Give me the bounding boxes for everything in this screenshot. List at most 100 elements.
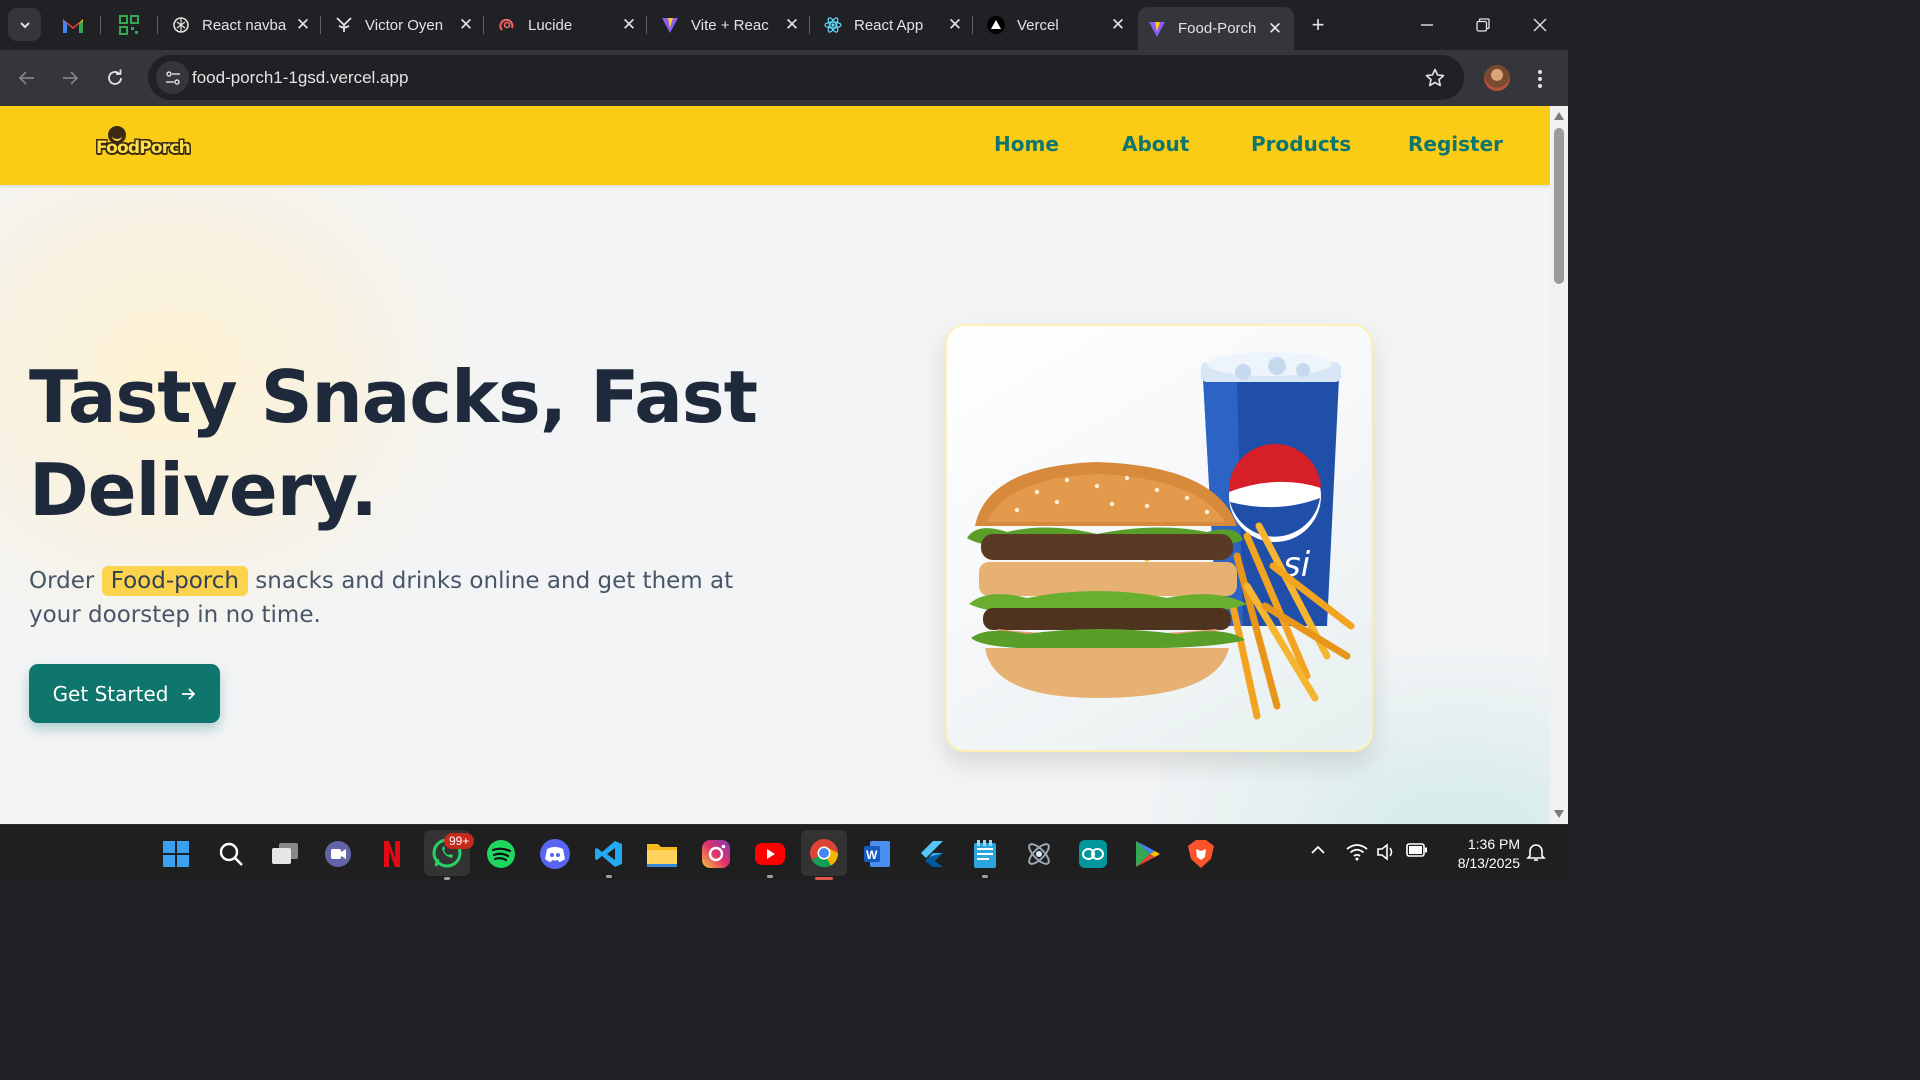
spotify-icon[interactable] (481, 834, 521, 874)
arrow-left-icon (18, 71, 34, 85)
openai-icon (172, 16, 190, 34)
vscode-icon[interactable] (589, 834, 629, 878)
tab-close-icon[interactable]: ✕ (620, 15, 638, 34)
nav-link-home[interactable]: Home (994, 132, 1059, 156)
tab-react-app[interactable]: React App ✕ (824, 7, 964, 43)
back-button[interactable] (10, 61, 44, 95)
nav-link-products[interactable]: Products (1251, 132, 1351, 156)
profile-avatar[interactable] (1484, 65, 1510, 91)
tab-title: Food-Porch (1178, 20, 1257, 37)
flutter-icon[interactable] (911, 834, 951, 874)
address-bar[interactable]: food-porch1-1gsd.vercel.app (148, 55, 1464, 100)
tab-close-icon[interactable]: ✕ (783, 15, 801, 34)
vercel-icon (987, 16, 1005, 34)
browser-menu-button[interactable] (1530, 66, 1550, 92)
new-tab-button[interactable]: + (1305, 12, 1331, 38)
bookmark-button[interactable] (1422, 65, 1448, 91)
url-text[interactable]: food-porch1-1gsd.vercel.app (192, 68, 408, 88)
discord-icon[interactable] (535, 834, 575, 874)
browser-tab-strip: React navba ✕ Victor Oyen ✕ Lucide ✕ Vit… (0, 0, 1568, 50)
close-icon (1533, 18, 1547, 32)
vite-icon (1148, 20, 1166, 38)
play-store-icon[interactable] (1127, 834, 1167, 874)
scroll-down-arrow-icon[interactable] (1554, 810, 1564, 818)
burger-fries-pepsi-image: si (967, 352, 1355, 720)
scroll-up-arrow-icon[interactable] (1554, 112, 1564, 120)
arduino-icon[interactable] (1073, 834, 1113, 874)
tab-close-icon[interactable]: ✕ (294, 15, 312, 34)
tab-title: Victor Oyen (365, 16, 444, 34)
restore-button[interactable] (1463, 8, 1503, 42)
minimize-icon (1421, 24, 1433, 26)
product-image-card: si (945, 324, 1373, 752)
tab-separator (320, 16, 321, 34)
tab-separator (100, 16, 101, 34)
system-clock[interactable]: 1:36 PM 8/13/2025 (1440, 835, 1520, 873)
notepad-icon[interactable] (965, 834, 1005, 878)
tab-vercel[interactable]: Vercel ✕ (987, 7, 1127, 43)
tab-vite-react[interactable]: Vite + Reac ✕ (661, 7, 801, 43)
vite-icon (661, 16, 679, 34)
arrow-right-icon (63, 71, 79, 85)
site-navbar: FoodPorch Home About Products Register (0, 106, 1550, 185)
postman-icon[interactable] (1019, 834, 1059, 874)
task-view-icon[interactable] (265, 834, 305, 874)
notifications-icon[interactable] (1526, 842, 1546, 865)
brave-icon[interactable] (1181, 834, 1221, 874)
running-indicator (982, 875, 988, 878)
tab-separator (972, 16, 973, 34)
youtube-icon[interactable] (750, 834, 790, 878)
netflix-icon[interactable] (372, 834, 412, 874)
tab-search-button[interactable] (8, 8, 41, 41)
nav-link-about[interactable]: About (1122, 132, 1189, 156)
forward-button[interactable] (53, 61, 87, 95)
tab-separator (809, 16, 810, 34)
get-started-button[interactable]: Get Started (29, 664, 220, 723)
battery-icon[interactable] (1406, 843, 1428, 860)
page-scrollbar[interactable] (1550, 106, 1568, 824)
reload-button[interactable] (98, 61, 132, 95)
tune-icon (165, 70, 180, 85)
nav-link-register[interactable]: Register (1408, 132, 1503, 156)
star-icon (1425, 68, 1445, 87)
volume-icon[interactable] (1376, 843, 1396, 864)
tab-close-icon[interactable]: ✕ (1109, 15, 1127, 34)
scroll-thumb[interactable] (1554, 128, 1564, 284)
site-logo[interactable]: FoodPorch (94, 126, 191, 166)
brand-highlight: Food-porch (101, 566, 248, 596)
page-viewport: FoodPorch Home About Products Register T… (0, 106, 1550, 824)
teams-icon[interactable] (318, 834, 358, 874)
tab-close-icon[interactable]: ✕ (1266, 19, 1284, 38)
site-info-button[interactable] (156, 61, 189, 94)
tab-victor[interactable]: Victor Oyen ✕ (335, 7, 475, 43)
wifi-icon[interactable] (1346, 843, 1368, 864)
y-logo-icon (335, 16, 353, 34)
windows-start-icon[interactable] (156, 834, 196, 874)
pinned-tab-gmail[interactable] (58, 10, 88, 40)
tab-title: React navba (202, 16, 287, 34)
show-hidden-icons-button[interactable] (1310, 843, 1326, 859)
svg-text:W: W (866, 848, 878, 862)
minimize-button[interactable] (1407, 8, 1447, 42)
active-indicator (815, 877, 833, 880)
tab-close-icon[interactable]: ✕ (457, 15, 475, 34)
tab-react-navbar[interactable]: React navba ✕ (172, 7, 312, 43)
tab-close-icon[interactable]: ✕ (946, 15, 964, 34)
get-started-label: Get Started (52, 681, 169, 706)
running-indicator (606, 875, 612, 878)
tab-separator (646, 16, 647, 34)
pinned-tab-qr[interactable] (114, 10, 144, 40)
tab-food-porch[interactable]: Food-Porch ✕ (1138, 7, 1294, 50)
lucide-icon (498, 16, 516, 34)
chrome-icon[interactable] (801, 830, 847, 880)
file-explorer-icon[interactable] (642, 834, 682, 874)
windows-taskbar: 99+ W 1:36 PM 8/13/2025 (0, 824, 1568, 882)
tab-lucide[interactable]: Lucide ✕ (498, 7, 638, 43)
close-window-button[interactable] (1520, 8, 1560, 42)
running-indicator (444, 877, 450, 880)
tab-title: Vite + Reac (691, 16, 769, 34)
search-icon[interactable] (211, 834, 251, 874)
word-icon[interactable]: W (857, 834, 897, 874)
qr-grid-icon (119, 15, 139, 35)
instagram-icon[interactable] (696, 834, 736, 874)
